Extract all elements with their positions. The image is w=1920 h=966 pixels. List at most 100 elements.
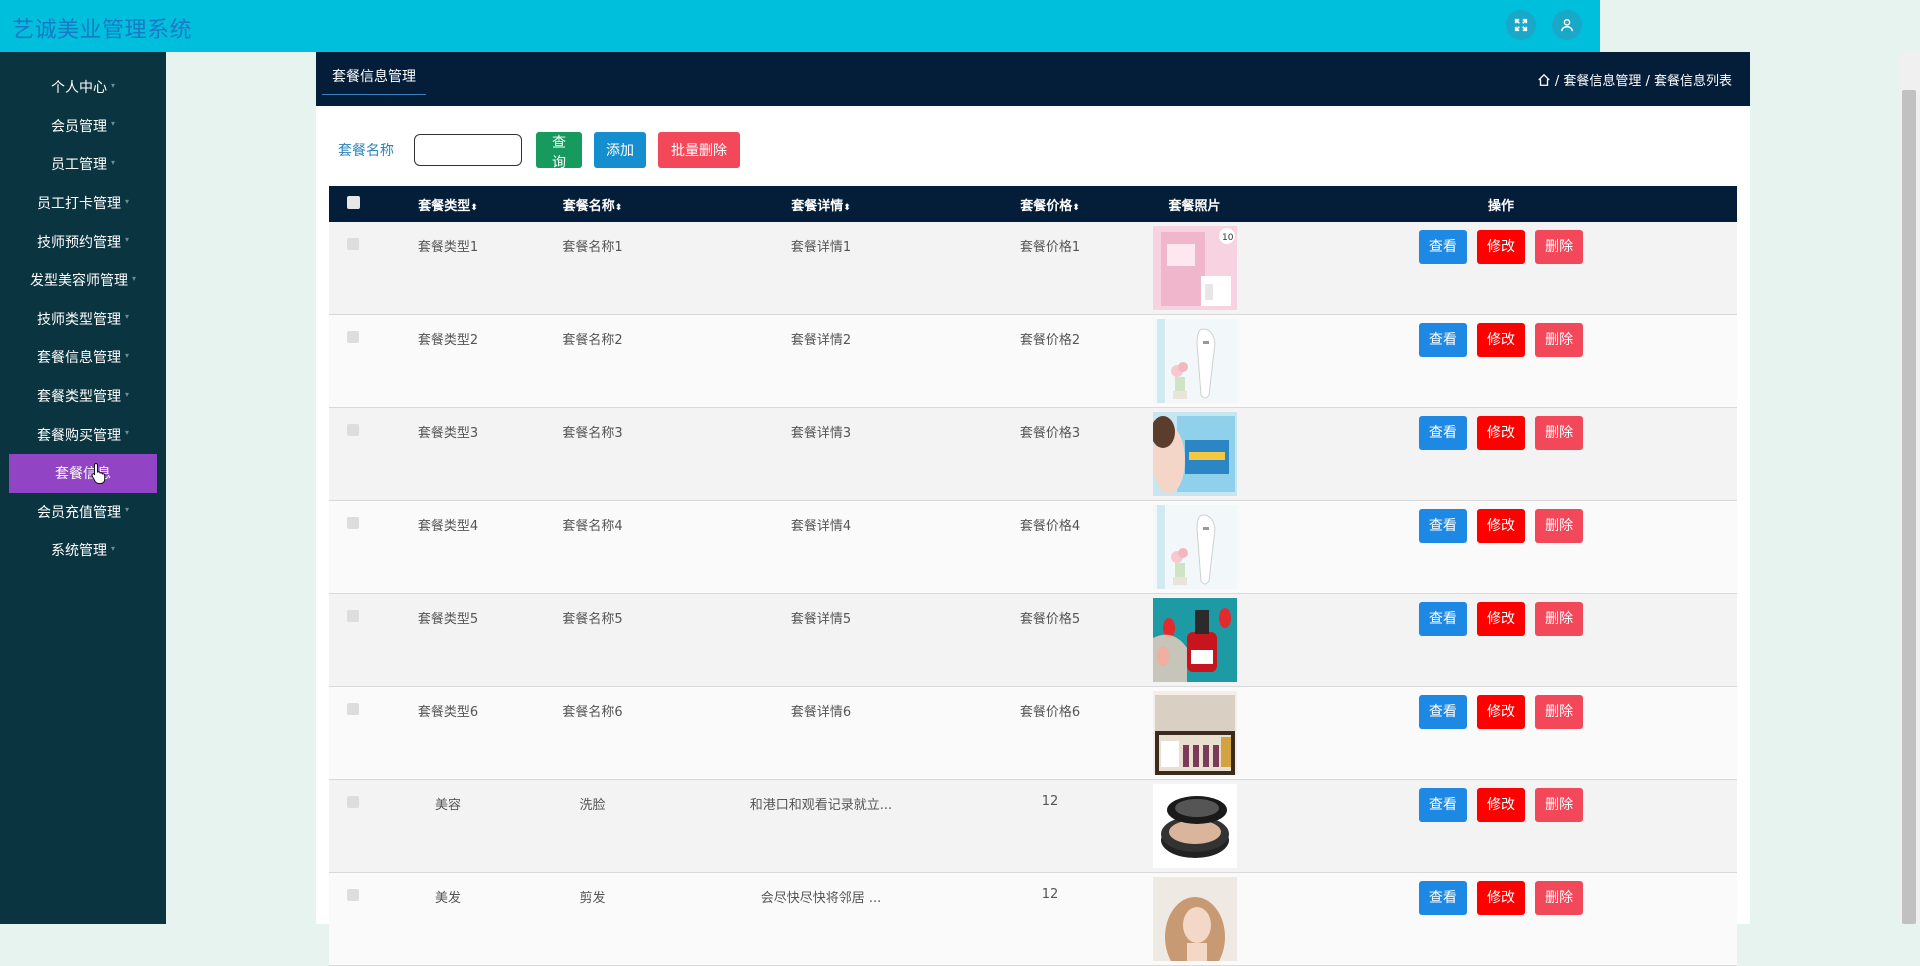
- cell-actions: 查看 修改 删除: [1265, 872, 1737, 966]
- sidebar-item[interactable]: 员工打卡管理 ▾: [0, 184, 166, 223]
- select-all-checkbox[interactable]: [346, 195, 360, 209]
- delete-button[interactable]: 删除: [1535, 788, 1584, 822]
- sort-icon: ⬍: [470, 202, 478, 213]
- package-photo: [1152, 598, 1237, 686]
- sidebar-item[interactable]: 套餐信息管理 ▾: [0, 338, 166, 377]
- cell-detail: 套餐详情5: [666, 593, 976, 687]
- row-checkbox[interactable]: [347, 889, 359, 901]
- col-detail[interactable]: 套餐详情⬍: [666, 186, 976, 222]
- edit-button[interactable]: 修改: [1477, 788, 1525, 822]
- chevron-down-icon: ▾: [124, 312, 129, 322]
- table-row: 套餐类型4 套餐名称4 套餐详情4 套餐价格4 查看 修改 删除: [329, 500, 1737, 594]
- table-row: 套餐类型3 套餐名称3 套餐详情3 套餐价格3 查看 修改 删除: [329, 407, 1737, 501]
- delete-button[interactable]: 删除: [1535, 881, 1584, 915]
- sidebar-item[interactable]: 技师类型管理 ▾: [0, 300, 166, 339]
- edit-button[interactable]: 修改: [1477, 881, 1525, 915]
- row-checkbox[interactable]: [347, 517, 359, 529]
- cell-actions: 查看 修改 删除: [1265, 500, 1737, 594]
- cell-name: 套餐名称2: [519, 314, 666, 408]
- row-select-cell: [329, 686, 377, 780]
- sidebar-item[interactable]: 个人中心 ▾: [0, 68, 166, 107]
- panel-header: 套餐信息管理 / 套餐信息管理 / 套餐信息列表: [316, 52, 1750, 106]
- row-checkbox[interactable]: [347, 796, 359, 808]
- sidebar-item-label: 会员充值管理: [36, 504, 121, 521]
- row-checkbox[interactable]: [347, 238, 359, 250]
- delete-button[interactable]: 删除: [1535, 602, 1584, 636]
- package-table: 套餐类型⬍ 套餐名称⬍ 套餐详情⬍ 套餐价格⬍ 套餐照片 操作 套餐类型1 套餐…: [329, 186, 1737, 966]
- delete-button[interactable]: 删除: [1535, 509, 1584, 543]
- view-button[interactable]: 查看: [1418, 416, 1467, 450]
- col-price[interactable]: 套餐价格⬍: [976, 186, 1124, 222]
- edit-button[interactable]: 修改: [1477, 416, 1525, 450]
- sidebar-item[interactable]: 发型美容师管理 ▾: [0, 261, 166, 300]
- sort-icon: ⬍: [614, 202, 623, 213]
- view-button[interactable]: 查看: [1418, 323, 1467, 357]
- row-checkbox[interactable]: [347, 703, 359, 715]
- cell-actions: 查看 修改 删除: [1265, 779, 1737, 873]
- table-row: 套餐类型1 套餐名称1 套餐详情1 套餐价格1 10 查看 修改 删除: [329, 222, 1737, 315]
- delete-button[interactable]: 删除: [1535, 230, 1584, 264]
- sidebar-item-label: 套餐信息管理: [36, 350, 121, 367]
- chevron-down-icon: ▾: [110, 157, 115, 167]
- search-bar: 套餐名称 查询 添加 批量删除: [338, 130, 752, 171]
- query-button[interactable]: 查询: [536, 132, 582, 171]
- sidebar-item[interactable]: 系统管理 ▾: [0, 531, 166, 570]
- sidebar-item[interactable]: 技师预约管理 ▾: [0, 222, 166, 261]
- sidebar-menu: 个人中心 ▾ 会员管理 ▾ 员工管理 ▾ 员工打卡管理 ▾ 技师预约管理 ▾ 发型美容师管…: [0, 52, 166, 570]
- col-name[interactable]: 套餐名称⬍: [519, 186, 666, 222]
- row-checkbox[interactable]: [347, 610, 359, 622]
- sidebar-item[interactable]: 套餐购买管理 ▾: [0, 415, 166, 454]
- delete-button[interactable]: 删除: [1535, 323, 1584, 357]
- sidebar-item[interactable]: 会员充值管理 ▾: [0, 493, 166, 532]
- cell-name: 套餐名称3: [519, 407, 666, 501]
- view-button[interactable]: 查看: [1418, 602, 1467, 636]
- package-photo: [1152, 784, 1237, 872]
- fullscreen-icon: [1514, 18, 1528, 32]
- delete-button[interactable]: 删除: [1535, 695, 1584, 729]
- view-button[interactable]: 查看: [1418, 509, 1467, 543]
- row-checkbox[interactable]: [347, 424, 359, 436]
- view-button[interactable]: 查看: [1418, 881, 1467, 915]
- cell-type: 套餐类型3: [377, 407, 519, 501]
- cell-price: 套餐价格3: [976, 407, 1124, 501]
- sidebar-item-label: 个人中心: [50, 80, 107, 97]
- scrollbar-thumb[interactable]: [1902, 90, 1916, 924]
- row-select-cell: [329, 593, 377, 687]
- edit-button[interactable]: 修改: [1477, 602, 1525, 636]
- add-button[interactable]: 添加: [594, 132, 646, 168]
- table-body: 套餐类型1 套餐名称1 套餐详情1 套餐价格1 10 查看 修改 删除 套餐类型…: [329, 222, 1737, 966]
- sidebar-item[interactable]: 套餐类型管理 ▾: [0, 377, 166, 416]
- home-icon[interactable]: [1537, 73, 1551, 87]
- cell-price: 12: [976, 872, 1124, 966]
- chevron-down-icon: ▾: [124, 428, 129, 438]
- row-checkbox[interactable]: [347, 331, 359, 343]
- breadcrumb-text: / 套餐信息管理 / 套餐信息列表: [1554, 74, 1732, 89]
- edit-button[interactable]: 修改: [1477, 230, 1525, 264]
- tab-package-info[interactable]: 套餐信息管理: [322, 66, 426, 95]
- batch-delete-button[interactable]: 批量删除: [658, 132, 740, 168]
- sidebar-item[interactable]: 会员管理 ▾: [0, 107, 166, 146]
- sidebar-item[interactable]: 员工管理 ▾: [0, 145, 166, 184]
- cell-actions: 查看 修改 删除: [1265, 593, 1737, 687]
- edit-button[interactable]: 修改: [1477, 323, 1525, 357]
- edit-button[interactable]: 修改: [1477, 695, 1525, 729]
- col-type[interactable]: 套餐类型⬍: [377, 186, 519, 222]
- view-button[interactable]: 查看: [1418, 788, 1467, 822]
- cell-photo: [1124, 500, 1265, 594]
- package-name-input[interactable]: [414, 134, 522, 166]
- search-label: 套餐名称: [338, 143, 394, 159]
- user-button[interactable]: [1552, 10, 1582, 40]
- edit-button[interactable]: 修改: [1477, 509, 1525, 543]
- fullscreen-button[interactable]: [1506, 10, 1536, 40]
- package-photo: 10: [1152, 226, 1237, 314]
- chevron-down-icon: ▾: [110, 543, 115, 553]
- page-scrollbar[interactable]: [1900, 52, 1920, 924]
- view-button[interactable]: 查看: [1418, 695, 1467, 729]
- sidebar-item-label: 会员管理: [50, 118, 107, 135]
- select-all-cell: [329, 186, 377, 222]
- delete-button[interactable]: 删除: [1535, 416, 1584, 450]
- col-photo: 套餐照片: [1124, 186, 1265, 222]
- sidebar-item-active[interactable]: 套餐信息: [9, 453, 157, 493]
- view-button[interactable]: 查看: [1418, 230, 1467, 264]
- cell-actions: 查看 修改 删除: [1265, 314, 1737, 408]
